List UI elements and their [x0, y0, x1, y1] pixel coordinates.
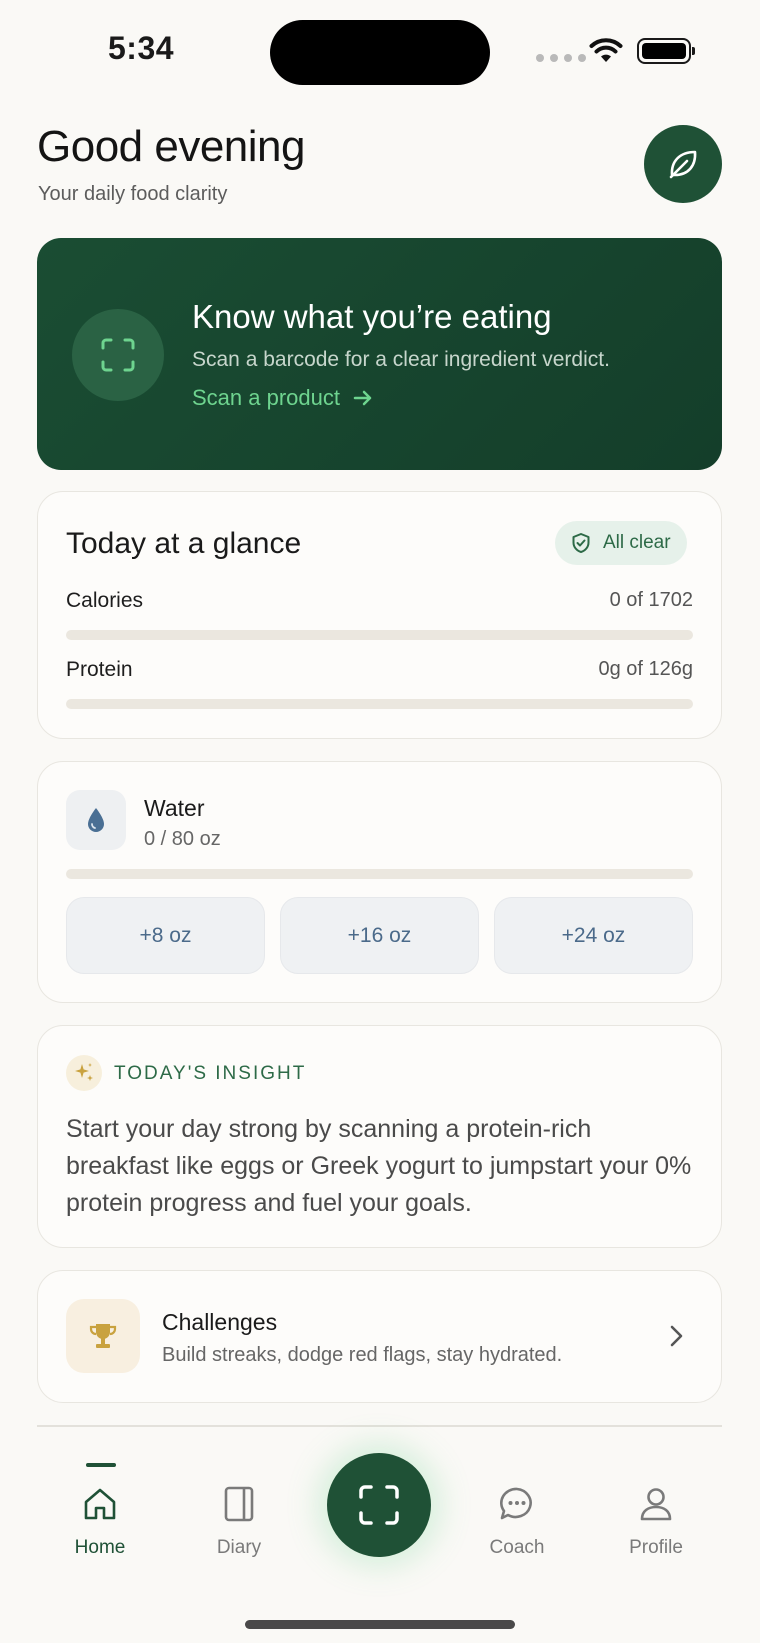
- hero-title: Know what you’re eating: [192, 298, 552, 335]
- tab-profile-label: Profile: [629, 1537, 683, 1558]
- home-icon: [84, 1488, 116, 1520]
- sparkle-icon-badge: [66, 1055, 102, 1091]
- challenges-title: Challenges: [162, 1309, 278, 1335]
- water-drop-icon: [88, 808, 104, 832]
- dynamic-island: [270, 20, 490, 85]
- tab-diary[interactable]: Diary: [184, 1430, 294, 1559]
- leaf-icon: [669, 150, 697, 179]
- tab-profile[interactable]: Profile: [601, 1430, 711, 1559]
- today-glance-card: Today at a glance All clear Calories 0 o…: [37, 491, 722, 739]
- water-amount: 0 / 80 oz: [144, 828, 221, 850]
- battery-icon: [637, 38, 695, 64]
- insight-text: Start your day strong by scanning a prot…: [66, 1115, 692, 1217]
- chat-icon: [500, 1487, 532, 1520]
- arrow-right-icon: [353, 390, 372, 406]
- cellular-signal-icon: [536, 54, 586, 62]
- status-badge-label: All clear: [603, 532, 671, 553]
- water-label: Water: [144, 795, 205, 821]
- calories-label: Calories: [66, 589, 144, 612]
- tab-home-label: Home: [74, 1537, 126, 1558]
- tab-home[interactable]: Home: [45, 1430, 155, 1559]
- scan-product-link[interactable]: Scan a product: [192, 385, 374, 411]
- calories-progress-bar: [66, 630, 693, 640]
- wifi-icon: [589, 38, 623, 62]
- home-indicator: [245, 1620, 515, 1629]
- scan-frame-icon: [101, 338, 135, 372]
- leaf-button[interactable]: [644, 125, 722, 203]
- water-card: Water 0 / 80 oz +8 oz +16 oz +24 oz: [37, 761, 722, 1003]
- water-progress-bar: [66, 869, 693, 879]
- scan-product-label: Scan a product: [192, 385, 340, 410]
- challenges-card[interactable]: Challenges Build streaks, dodge red flag…: [37, 1270, 722, 1403]
- hero-scan-badge: [72, 309, 164, 401]
- add-8oz-button[interactable]: +8 oz: [66, 897, 265, 974]
- water-icon-box: [66, 790, 126, 850]
- trophy-icon-box: [66, 1299, 140, 1373]
- sparkle-icon: [75, 1063, 93, 1081]
- challenges-description: Build streaks, dodge red flags, stay hyd…: [162, 1344, 563, 1366]
- hero-description: Scan a barcode for a clear ingredient ve…: [192, 348, 610, 371]
- status-badge: All clear: [555, 521, 687, 565]
- book-icon: [224, 1486, 254, 1522]
- status-time: 5:34: [108, 30, 175, 66]
- scan-hero-card[interactable]: Know what you’re eating Scan a barcode f…: [37, 238, 722, 470]
- protein-value: 0g of 126g: [598, 658, 693, 680]
- scan-frame-icon: [359, 1485, 399, 1525]
- insight-label: TODAY'S INSIGHT: [114, 1063, 307, 1084]
- shield-check-icon: [572, 533, 590, 553]
- tab-diary-label: Diary: [216, 1537, 262, 1558]
- add-24oz-button[interactable]: +24 oz: [494, 897, 693, 974]
- chevron-right-icon: [670, 1325, 683, 1347]
- person-icon: [640, 1488, 672, 1521]
- scan-fab-button[interactable]: [327, 1453, 431, 1557]
- add-16oz-button[interactable]: +16 oz: [280, 897, 479, 974]
- glance-title: Today at a glance: [66, 527, 302, 560]
- active-tab-indicator: [86, 1463, 116, 1467]
- tab-coach-label: Coach: [489, 1537, 545, 1558]
- greeting-title: Good evening: [37, 122, 306, 171]
- protein-progress-bar: [66, 699, 693, 709]
- calories-value: 0 of 1702: [609, 589, 693, 611]
- protein-label: Protein: [66, 658, 133, 681]
- tab-coach[interactable]: Coach: [462, 1430, 572, 1559]
- insight-card: TODAY'S INSIGHT Start your day strong by…: [37, 1025, 722, 1248]
- greeting-subtitle: Your daily food clarity: [38, 183, 228, 205]
- next-card-edge: [37, 1425, 722, 1427]
- trophy-icon: [89, 1324, 117, 1348]
